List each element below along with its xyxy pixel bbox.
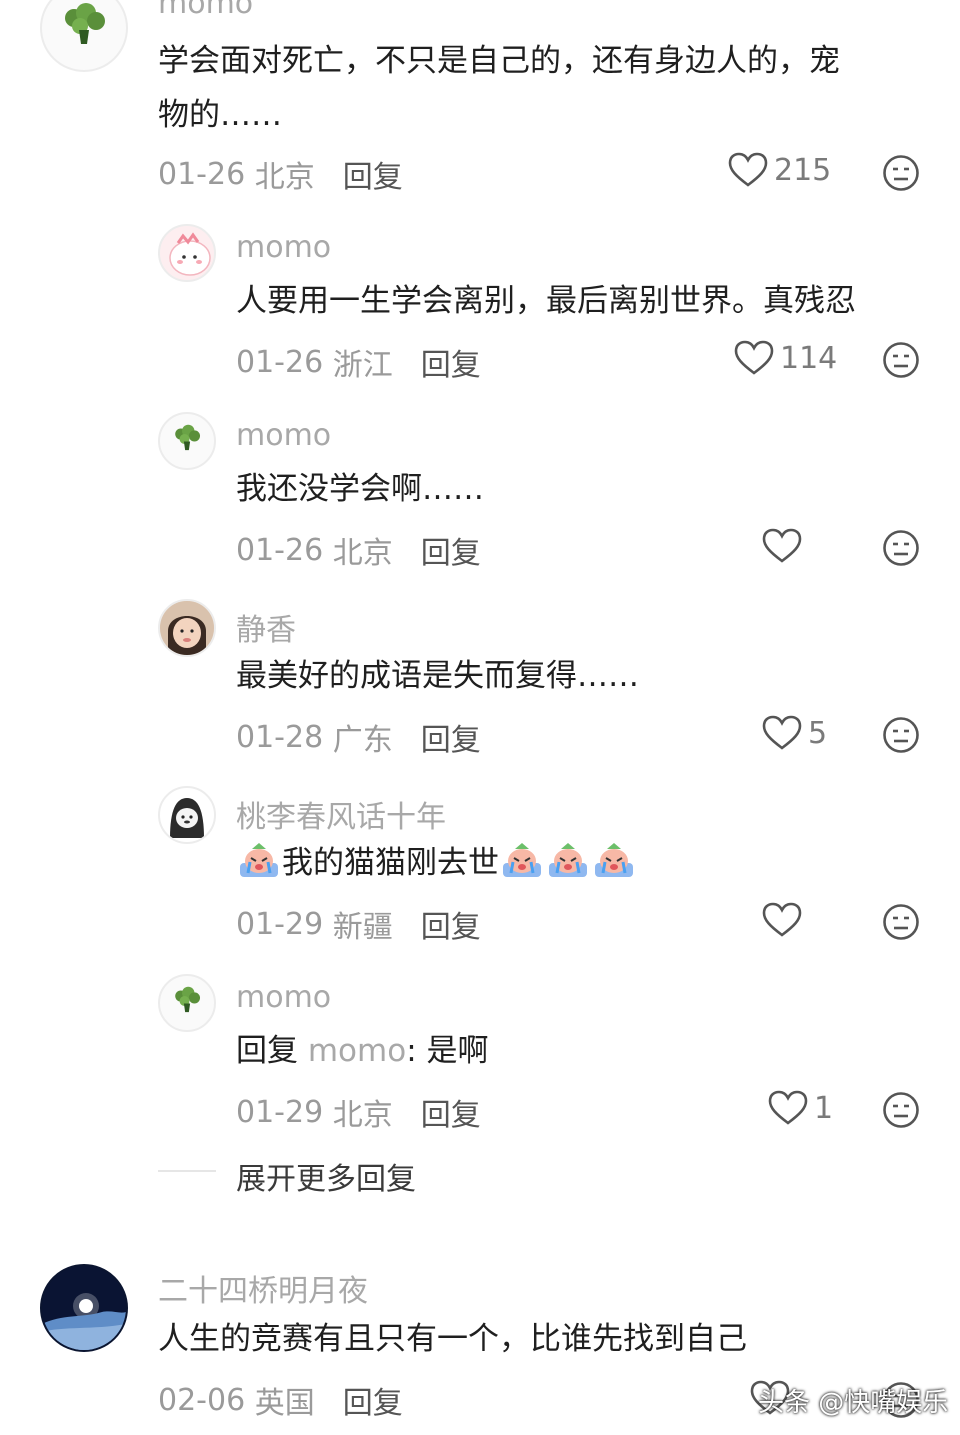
dislike-icon[interactable] [882, 154, 920, 192]
comment-text: 我的猫猫刚去世 [236, 836, 936, 890]
heart-icon [734, 340, 774, 375]
reply-button[interactable]: 回复 [421, 340, 481, 384]
child-photo-icon [160, 601, 214, 655]
comment-date: 01-26 [236, 532, 324, 568]
comment-text-line: 学会面对死亡，不只是自己的，还有身边人的，宠 [158, 43, 840, 79]
dislike-icon[interactable] [882, 529, 920, 567]
dislike-icon[interactable] [882, 1091, 920, 1129]
comment-location: 新疆 [332, 910, 393, 945]
comment-date: 02-06 [158, 1382, 246, 1418]
comment-text-content: 我的猫猫刚去世 [282, 845, 499, 881]
avatar[interactable] [158, 974, 216, 1032]
comment-meta: 01-28 广东 回复 [236, 715, 481, 759]
watermark: 头条 @快嘴娱乐 [758, 1388, 949, 1418]
comment-author[interactable]: 桃李春风话十年 [236, 792, 446, 836]
reply-prefix: 回复 [236, 1033, 298, 1069]
like-button[interactable]: 215 [728, 152, 831, 188]
dislike-icon[interactable] [882, 716, 920, 754]
moon-icon [42, 1266, 126, 1350]
reply-button[interactable]: 回复 [421, 902, 481, 946]
expand-divider [158, 1170, 216, 1172]
reply-item: 桃李春风话十年 我的猫猫刚去世 01-29 新疆 回复 [0, 782, 960, 952]
comment-author[interactable]: 二十四桥明月夜 [158, 1266, 368, 1310]
avatar[interactable] [40, 0, 128, 72]
broccoli-icon [175, 424, 201, 451]
mention-link[interactable]: momo [308, 1033, 406, 1069]
comment-author[interactable]: 静香 [236, 605, 296, 649]
comment-text: 人要用一生学会离别，最后离别世界。真残忍 [236, 283, 856, 319]
like-count: 5 [808, 715, 828, 751]
like-button[interactable] [762, 528, 802, 564]
reply-button[interactable]: 回复 [421, 528, 481, 572]
broccoli-icon [175, 986, 201, 1013]
avatar[interactable] [158, 412, 216, 470]
comment-text: 回复 momo: 是啊 [236, 1024, 936, 1078]
comment-item: momo 学会面对死亡，不只是自己的，还有身边人的，宠 物的…… 01-26 北… [0, 0, 960, 200]
expand-replies-button[interactable]: 展开更多回复 [236, 1154, 416, 1198]
comment-date: 01-28 [236, 719, 324, 755]
broccoli-icon [65, 3, 105, 44]
comment-author[interactable]: momo [158, 0, 253, 21]
comment-author[interactable]: momo [236, 418, 331, 453]
reply-item: momo 人要用一生学会离别，最后离别世界。真残忍 01-26 浙江 回复 11… [0, 220, 960, 390]
reply-button[interactable]: 回复 [421, 715, 481, 759]
like-count: 114 [780, 340, 838, 376]
comment-meta: 01-26 北京 回复 [236, 528, 481, 572]
like-button[interactable]: 5 [762, 715, 827, 751]
reply-item: 静香 最美好的成语是失而复得…… 01-28 广东 回复 5 [0, 595, 960, 765]
comment-meta: 02-06 英国 回复 [158, 1378, 403, 1422]
heart-icon [728, 152, 768, 187]
comment-location: 北京 [254, 160, 315, 195]
comment-date: 01-26 [158, 156, 246, 192]
crying-emoji-icon [503, 843, 541, 877]
heart-icon [762, 715, 802, 750]
heart-icon [762, 528, 802, 563]
reply-button[interactable]: 回复 [343, 1378, 403, 1422]
like-button[interactable]: 1 [768, 1090, 833, 1126]
dark-cartoon-icon [170, 798, 204, 838]
avatar[interactable] [40, 1264, 128, 1352]
comment-text-line: 物的…… [158, 97, 282, 133]
pink-cartoon-icon [169, 232, 211, 276]
like-count: 215 [774, 152, 832, 188]
comment-location: 英国 [254, 1386, 315, 1421]
heart-icon [768, 1090, 808, 1125]
heart-icon [762, 902, 802, 937]
dislike-icon[interactable] [882, 903, 920, 941]
comment-text: 我还没学会啊…… [236, 471, 484, 507]
comment-meta: 01-26 浙江 回复 [236, 340, 481, 384]
comment-text: 最美好的成语是失而复得…… [236, 658, 639, 694]
comment-author[interactable]: momo [236, 230, 331, 265]
avatar[interactable] [158, 599, 216, 657]
like-count: 1 [814, 1090, 834, 1126]
comment-meta: 01-26 北京 回复 [158, 152, 403, 196]
comment-location: 浙江 [332, 348, 393, 383]
like-button[interactable]: 114 [734, 340, 837, 376]
reply-button[interactable]: 回复 [421, 1090, 481, 1134]
comment-date: 01-29 [236, 1094, 324, 1130]
comment-location: 北京 [332, 536, 393, 571]
comment-date: 01-26 [236, 344, 324, 380]
comment-text: 人生的竞赛有且只有一个，比谁先找到自己 [158, 1321, 747, 1357]
crying-emoji-icon [240, 843, 278, 877]
reply-item: momo 我还没学会啊…… 01-26 北京 回复 [0, 408, 960, 578]
avatar[interactable] [158, 786, 216, 844]
like-button[interactable] [762, 902, 802, 938]
comment-date: 01-29 [236, 906, 324, 942]
comment-meta: 01-29 新疆 回复 [236, 902, 481, 946]
comment-text-content: : 是啊 [406, 1033, 489, 1069]
dislike-icon[interactable] [882, 341, 920, 379]
crying-emoji-icon [549, 843, 587, 877]
comment-location: 广东 [332, 723, 393, 758]
reply-item: momo 回复 momo: 是啊 01-29 北京 回复 1 [0, 970, 960, 1140]
comment-text: 学会面对死亡，不只是自己的，还有身边人的，宠 物的…… [158, 34, 928, 142]
reply-button[interactable]: 回复 [343, 152, 403, 196]
crying-emoji-icon [595, 843, 633, 877]
comment-author[interactable]: momo [236, 980, 331, 1015]
comment-location: 北京 [332, 1098, 393, 1133]
avatar[interactable] [158, 224, 216, 282]
comment-meta: 01-29 北京 回复 [236, 1090, 481, 1134]
